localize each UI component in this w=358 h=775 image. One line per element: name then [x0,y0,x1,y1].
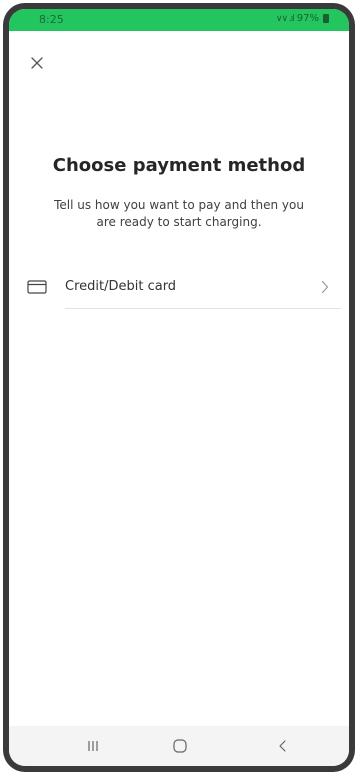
close-button[interactable] [29,55,45,71]
recents-button[interactable] [83,738,103,754]
battery-icon [323,14,329,23]
payment-method-label: Credit/Debit card [65,279,177,294]
chevron-right-icon [321,280,329,294]
close-icon [29,55,45,71]
status-indicators: ∨∨ .ıl 97% [276,13,329,24]
phone-frame: 8:25 ∨∨ .ıl 97% Choose payment method Te… [3,3,355,772]
back-icon [273,738,293,754]
divider [65,308,341,309]
battery-percent: 97% [296,13,319,24]
home-icon [170,738,190,754]
status-time: 8:25 [39,13,64,26]
home-button[interactable] [170,738,190,754]
status-bar: 8:25 ∨∨ .ıl 97% [9,9,349,31]
back-button[interactable] [273,738,293,754]
credit-card-icon [27,279,47,295]
page-title: Choose payment method [52,155,306,176]
recents-icon [83,738,103,754]
app-screen: 8:25 ∨∨ .ıl 97% Choose payment method Te… [9,9,349,766]
system-nav-bar [9,726,349,766]
signal-icon: ∨∨ .ıl [275,13,295,24]
page-subtitle: Tell us how you want to pay and then you… [54,198,304,229]
payment-method-credit-debit-card[interactable]: Credit/Debit card [9,267,349,307]
